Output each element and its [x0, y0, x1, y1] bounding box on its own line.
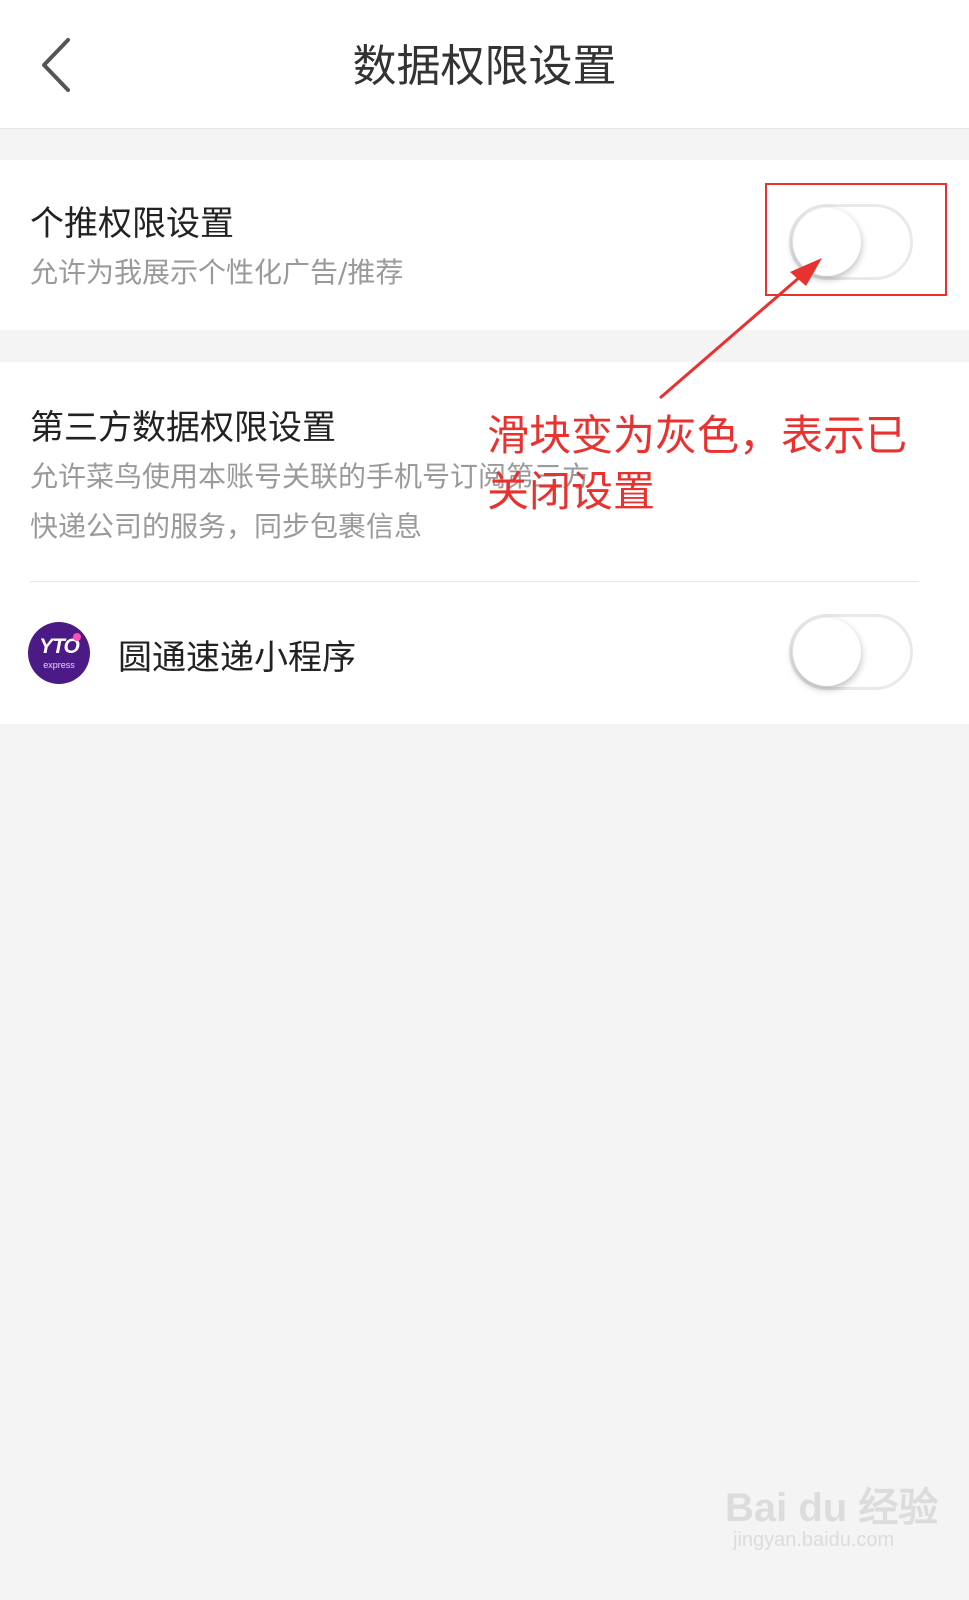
yto-logo-sub: express — [43, 660, 75, 670]
yto-miniprogram-toggle[interactable] — [789, 614, 913, 690]
yto-logo-mark: YTO — [39, 635, 80, 658]
toggle-knob — [793, 618, 861, 686]
annotation-line1: 滑块变为灰色，表示已 — [487, 411, 908, 460]
third-party-title: 第三方数据权限设置 — [30, 408, 336, 448]
navbar: 数据权限设置 — [0, 0, 969, 129]
personalized-title: 个推权限设置 — [30, 204, 234, 244]
divider — [30, 581, 919, 582]
yto-miniprogram-label: 圆通速递小程序 — [118, 638, 356, 678]
personalized-description: 允许为我展示个性化广告/推荐 — [30, 256, 404, 289]
baidu-jingyan-watermark: Bai du 经验 jingyan.baidu.com — [725, 1455, 938, 1565]
annotation-line2: 关闭设置 — [487, 467, 656, 516]
watermark-brand: Bai du 经验 — [725, 1486, 939, 1530]
third-party-description-line2: 快递公司的服务，同步包裹信息 — [30, 510, 423, 543]
annotation-highlight-box — [765, 183, 947, 296]
yto-logo-dot — [73, 633, 81, 641]
page-title: 数据权限设置 — [352, 41, 617, 92]
yto-express-logo: YTO express — [28, 622, 90, 684]
annotation-text: 滑块变为灰色，表示已 关闭设置 — [487, 408, 937, 520]
watermark-url: jingyan.baidu.com — [733, 1529, 895, 1551]
